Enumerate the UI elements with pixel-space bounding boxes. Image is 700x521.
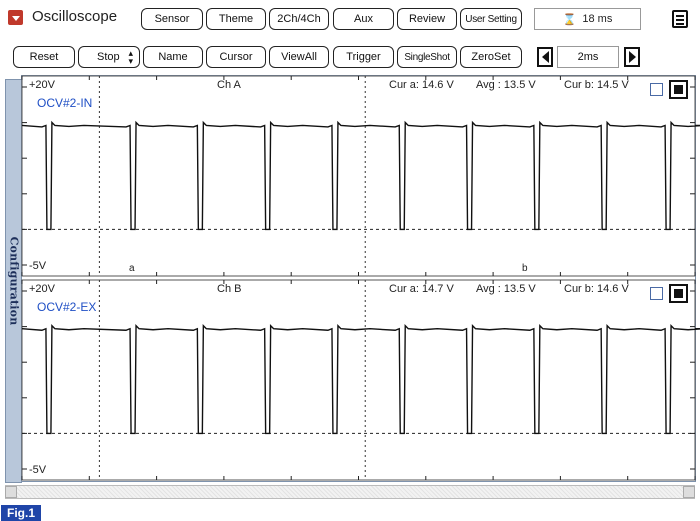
ch-a-stop-button[interactable] xyxy=(669,80,688,99)
horizontal-scrollbar[interactable] xyxy=(5,485,695,499)
ch-b-checkbox[interactable] xyxy=(650,287,663,300)
cursor-a-label[interactable]: a xyxy=(129,263,135,274)
ch-b-cursor-a-readout: Cur a: 14.7 V xyxy=(389,283,454,295)
oscilloscope-app: Oscilloscope Sensor Theme 2Ch/4Ch Aux Re… xyxy=(0,0,700,521)
ch-a-title: Ch A xyxy=(217,79,241,91)
ch-b-title: Ch B xyxy=(217,283,242,295)
scroll-right-icon[interactable] xyxy=(683,486,695,498)
panel-0-frame xyxy=(21,75,696,277)
ch-b-stop-button[interactable] xyxy=(669,284,688,303)
ch-b-average-readout: Avg : 13.5 V xyxy=(476,283,536,295)
ch-a-vmax-label: +20V xyxy=(29,79,55,91)
ch-a-checkbox[interactable] xyxy=(650,83,663,96)
figure-label: Fig.1 xyxy=(1,505,41,521)
ch-b-vmin-label: -5V xyxy=(29,464,47,476)
panel-1-frame xyxy=(21,279,696,481)
ch-a-cursor-a-readout: Cur a: 14.6 V xyxy=(389,79,454,91)
ch-b-trace-name[interactable]: OCV#2-EX xyxy=(37,300,96,314)
cursor-b-label[interactable]: b xyxy=(522,263,528,274)
ch-a-cursor-b-readout: Cur b: 14.5 V xyxy=(564,79,629,91)
ch-b-vmax-label: +20V xyxy=(29,283,55,295)
ch-b-cursor-b-readout: Cur b: 14.6 V xyxy=(564,283,629,295)
ch-a-average-readout: Avg : 13.5 V xyxy=(476,79,536,91)
scroll-left-icon[interactable] xyxy=(5,486,17,498)
ch-a-vmin-label: -5V xyxy=(29,260,47,272)
ch-a-trace-name[interactable]: OCV#2-IN xyxy=(37,96,92,110)
